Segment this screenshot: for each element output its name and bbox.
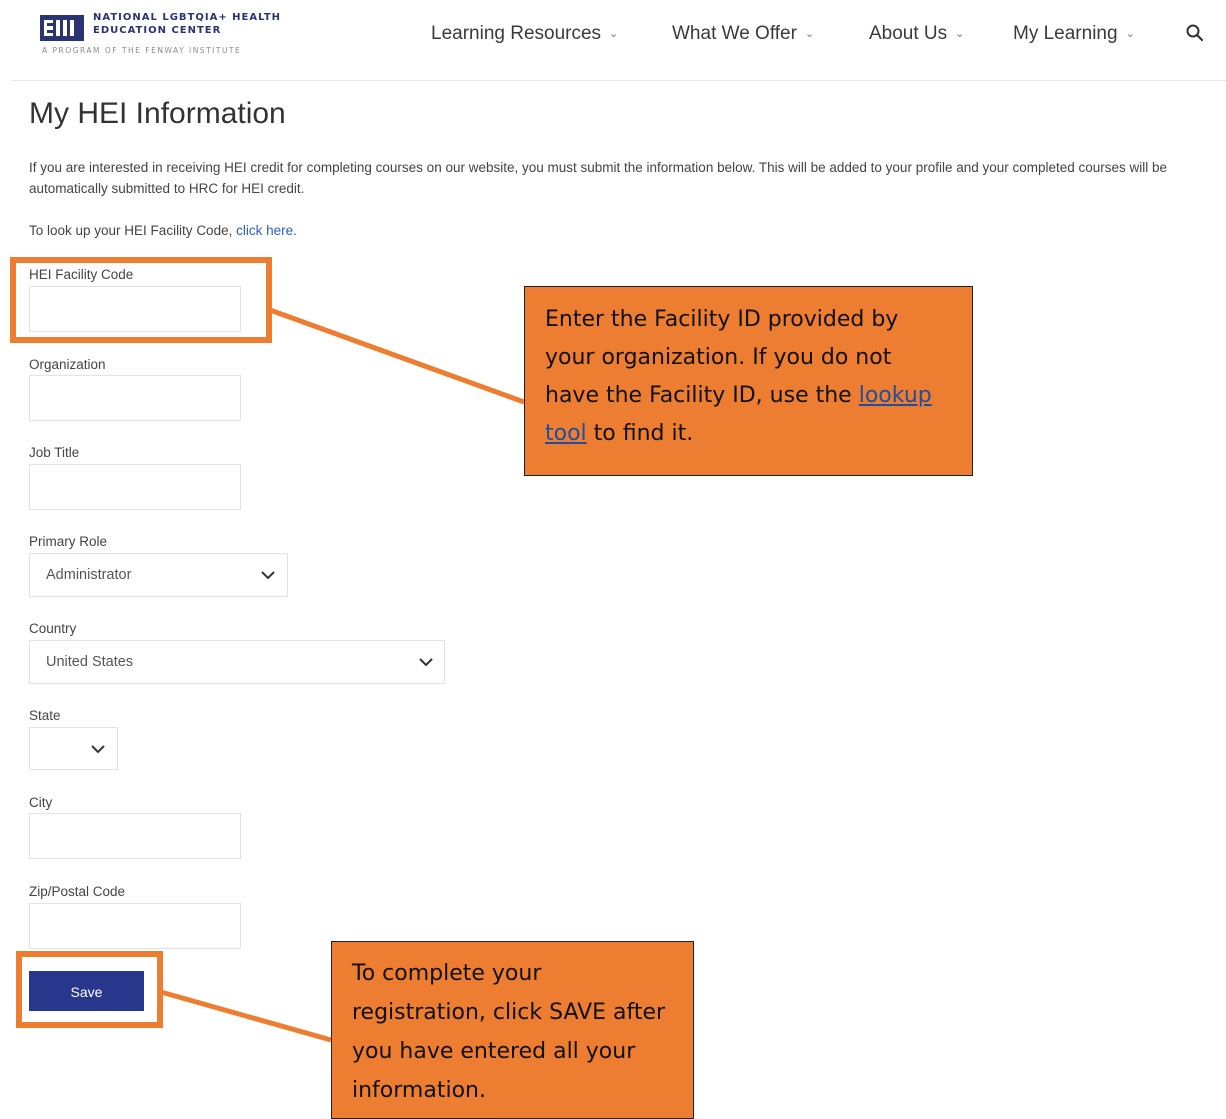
city-input[interactable] bbox=[29, 813, 241, 859]
zip-input[interactable] bbox=[29, 903, 241, 949]
chevron-down-icon bbox=[261, 571, 275, 580]
facility-callout-text-before: Enter the Facility ID provided by your o… bbox=[545, 307, 899, 408]
chevron-down-icon bbox=[419, 658, 433, 667]
primary-role-select[interactable]: Administrator bbox=[29, 553, 288, 597]
facility-connector-line bbox=[269, 307, 525, 405]
nav-label: Learning Resources bbox=[431, 23, 602, 44]
nav-my-learning[interactable]: My Learning ⌄ bbox=[1013, 22, 1135, 48]
search-icon[interactable] bbox=[1185, 23, 1205, 43]
country-label: Country bbox=[29, 621, 77, 636]
organization-input[interactable] bbox=[29, 375, 241, 421]
chevron-down-icon: ⌄ bbox=[1125, 28, 1135, 40]
primary-role-label: Primary Role bbox=[29, 534, 108, 549]
save-connector-line bbox=[160, 989, 332, 1043]
nav-label: What We Offer bbox=[672, 23, 797, 44]
save-button-highlight bbox=[16, 951, 163, 1028]
lookup-link[interactable]: click here. bbox=[236, 223, 297, 238]
nav-learning-resources[interactable]: Learning Resources ⌄ bbox=[431, 22, 618, 48]
chevron-down-icon: ⌄ bbox=[609, 28, 619, 40]
chevron-down-icon: ⌄ bbox=[804, 28, 815, 40]
nav-what-we-offer[interactable]: What We Offer ⌄ bbox=[672, 22, 814, 48]
country-select[interactable]: United States bbox=[29, 640, 445, 684]
intro-text: If you are interested in receiving HEI c… bbox=[29, 160, 1168, 196]
job-title-input[interactable] bbox=[29, 464, 241, 510]
save-callout-text: To complete your registration, click SAV… bbox=[352, 961, 666, 1103]
chevron-down-icon: ⌄ bbox=[955, 28, 965, 40]
nav-label: About Us bbox=[869, 23, 948, 44]
facility-callout: Enter the Facility ID provided by your o… bbox=[524, 286, 973, 476]
facility-callout-text-after: to find it. bbox=[586, 421, 694, 446]
logo-mark[interactable] bbox=[40, 15, 84, 41]
logo-text-line1: NATIONAL LGBTQIA+ HEALTH bbox=[93, 12, 282, 23]
page-title: My HEI Information bbox=[29, 97, 286, 130]
nav-about-us[interactable]: About Us ⌄ bbox=[869, 22, 964, 48]
job-title-label: Job Title bbox=[29, 445, 80, 460]
city-label: City bbox=[29, 795, 53, 810]
country-value: United States bbox=[46, 654, 134, 670]
state-select[interactable] bbox=[29, 727, 118, 770]
nav-label: My Learning bbox=[1013, 23, 1118, 44]
header-divider bbox=[12, 80, 1226, 81]
zip-label: Zip/Postal Code bbox=[29, 884, 126, 899]
lookup-line: To look up your HEI Facility Code, click… bbox=[29, 221, 297, 241]
logo-tagline: A PROGRAM OF THE FENWAY INSTITUTE bbox=[42, 46, 242, 55]
save-callout: To complete your registration, click SAV… bbox=[331, 941, 694, 1119]
organization-label: Organization bbox=[29, 357, 106, 372]
primary-role-value: Administrator bbox=[46, 567, 132, 583]
lookup-prefix: To look up your HEI Facility Code, bbox=[29, 223, 237, 238]
chevron-down-icon bbox=[91, 745, 105, 754]
state-label: State bbox=[29, 708, 61, 723]
facility-code-highlight bbox=[10, 257, 272, 343]
logo-text-line2: EDUCATION CENTER bbox=[93, 25, 222, 36]
